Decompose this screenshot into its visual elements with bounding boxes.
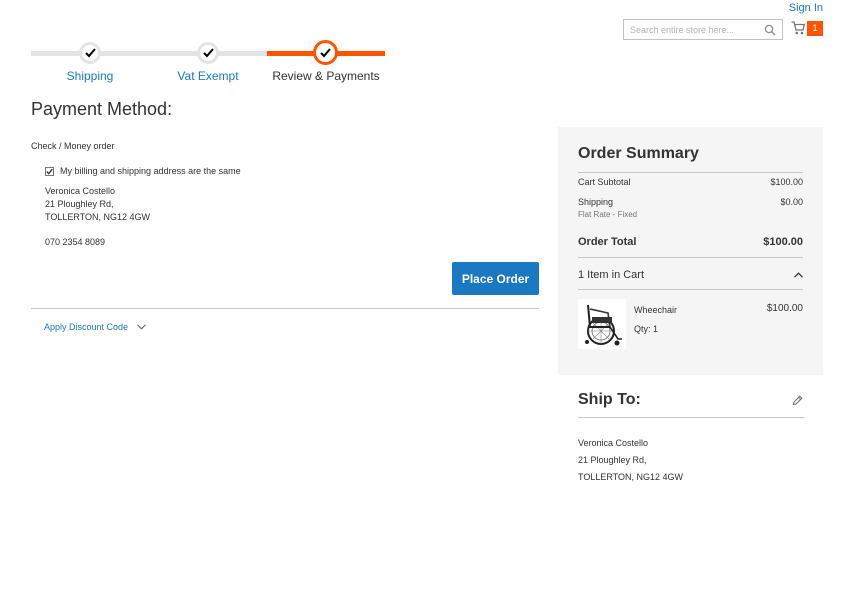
checkout-progress: Shipping Vat Exempt Review & Payments: [31, 38, 391, 88]
billing-name: Veronica Costello: [45, 186, 116, 196]
divider: [578, 417, 804, 418]
order-summary-title: Order Summary: [578, 145, 699, 162]
step-shipping-check-icon: [79, 42, 101, 64]
chevron-up-icon: [794, 272, 803, 278]
step-review-check-icon: [313, 40, 338, 65]
product-qty-value: 1: [653, 324, 659, 334]
product-qty: Qty: 1: [634, 324, 658, 334]
billing-street: 21 Ploughley Rd,: [45, 199, 114, 209]
product-thumbnail: [578, 299, 626, 349]
divider: [578, 172, 803, 173]
cart-count-badge[interactable]: 1: [807, 21, 823, 36]
billing-phone: 070 2354 8089: [45, 237, 106, 247]
ship-to-title: Ship To:: [578, 391, 641, 408]
same-address-row[interactable]: My billing and shipping address are the …: [45, 166, 241, 176]
place-order-button[interactable]: Place Order: [452, 262, 539, 295]
cart-subtotal-row: Cart Subtotal $100.00: [578, 177, 803, 187]
wheelchair-icon: [585, 304, 622, 346]
cart-subtotal-value: $100.00: [770, 177, 803, 187]
divider: [31, 308, 539, 309]
product-name: Wheechair: [634, 305, 678, 315]
divider: [578, 289, 803, 290]
ship-to-address: Veronica Costello 21 Ploughley Rd, TOLLE…: [578, 435, 683, 486]
order-total-label: Order Total: [578, 236, 637, 248]
payment-method-title: Payment Method:: [31, 99, 173, 119]
shipping-value: $0.00: [780, 197, 803, 207]
shipping-label: Shipping: [578, 197, 614, 207]
ship-to-name: Veronica Costello: [578, 438, 649, 448]
apply-discount-toggle[interactable]: Apply Discount Code: [44, 322, 146, 332]
step-shipping-label[interactable]: Shipping: [31, 69, 149, 83]
search-icon[interactable]: [764, 24, 776, 36]
product-qty-label: Qty:: [634, 324, 651, 334]
billing-address: Veronica Costello 21 Ploughley Rd, TOLLE…: [45, 185, 150, 224]
pencil-icon[interactable]: [792, 395, 803, 406]
cart-icon[interactable]: [791, 20, 805, 36]
search-box: [623, 19, 783, 40]
step-review-label: Review & Payments: [272, 69, 380, 83]
ship-to-street: 21 Ploughley Rd,: [578, 455, 647, 465]
checkmark-icon: [46, 168, 53, 175]
order-total-row: Order Total $100.00: [578, 236, 803, 248]
items-in-cart-toggle[interactable]: 1 Item in Cart: [578, 269, 803, 281]
same-address-checkbox[interactable]: [45, 166, 54, 176]
order-total-value: $100.00: [763, 236, 803, 248]
product-price: $100.00: [766, 303, 803, 314]
divider: [578, 257, 803, 258]
shipping-method: Flat Rate - Fixed: [578, 210, 638, 219]
apply-discount-label: Apply Discount Code: [44, 322, 129, 332]
cart-subtotal-label: Cart Subtotal: [578, 177, 631, 187]
shipping-row: Shipping Flat Rate - Fixed $0.00: [578, 197, 803, 219]
sign-in-link[interactable]: Sign In: [789, 2, 823, 14]
billing-city: TOLLERTON, NG12 4GW: [45, 212, 151, 222]
ship-to-city: TOLLERTON, NG12 4GW: [578, 472, 684, 482]
step-vat-label[interactable]: Vat Exempt: [149, 69, 267, 83]
step-vat-check-icon: [197, 42, 219, 64]
order-summary-panel: Order Summary Cart Subtotal $100.00 Ship…: [558, 127, 823, 375]
search-input[interactable]: [624, 20, 760, 40]
same-address-label: My billing and shipping address are the …: [60, 166, 241, 176]
items-in-cart-label: 1 Item in Cart: [578, 269, 645, 281]
payment-method-name[interactable]: Check / Money order: [31, 141, 115, 151]
chevron-down-icon: [137, 324, 146, 330]
